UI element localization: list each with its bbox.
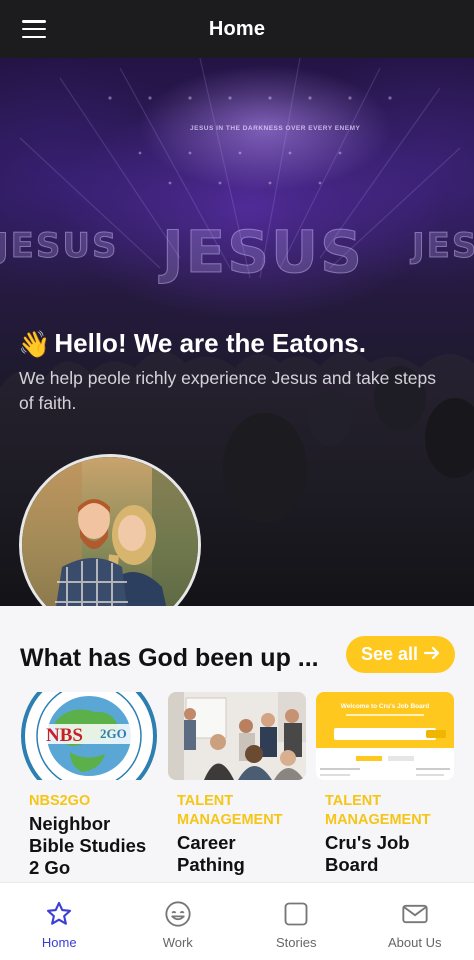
card-title: Neighbor Bible Studies 2 Go <box>29 813 147 878</box>
stage-banner-text: JESUS IN THE DARKNESS OVER EVERY ENEMY <box>190 125 361 132</box>
app-header: Home <box>0 0 474 58</box>
square-icon <box>281 899 311 929</box>
stage-lights-decoration <box>19 58 461 279</box>
hamburger-menu-icon[interactable] <box>18 17 50 41</box>
tab-stories[interactable]: Stories <box>237 883 356 960</box>
stage-word-right: JESUS <box>411 226 474 267</box>
card-category: TALENT MANAGEMENT <box>177 793 283 828</box>
page-title: Home <box>208 17 266 40</box>
job-board-screenshot: Welcome to Cru's Job Board <box>316 692 454 780</box>
nbs2go-logo-text: NBS <box>46 725 83 746</box>
star-icon <box>44 899 74 929</box>
tab-work-label: Work <box>162 935 193 950</box>
mail-icon <box>400 899 430 929</box>
card-title: Career Pathing <box>177 832 245 875</box>
hero-title: Hello! We are the Eatons. <box>54 328 366 358</box>
card-category: NBS2GO <box>29 793 91 809</box>
tab-home-label: Home <box>41 935 77 950</box>
tab-work[interactable]: Work <box>119 883 238 960</box>
see-all-label: See all <box>360 644 419 664</box>
job-board-banner-text: Welcome to Cru's Job Board <box>340 703 430 710</box>
tab-stories-label: Stories <box>276 935 317 950</box>
section-title: What has God been up ... <box>20 644 319 672</box>
card-category: TALENT MANAGEMENT <box>325 793 431 828</box>
nbs2go-logo-suffix: 2GO <box>100 726 127 741</box>
story-card-job-board[interactable]: Welcome to Cru's Job Board TALENT MANAGE… <box>316 692 454 876</box>
smile-icon <box>163 899 193 929</box>
stage-word-center: JESUS <box>162 218 364 287</box>
story-cards-carousel[interactable]: NBS 2GO NBS2GO Neighbor Bible Studies 2 … <box>20 692 474 892</box>
hero-subtitle: We help peole richly experience Jesus an… <box>19 368 437 413</box>
waving-hand-icon: 👋 <box>18 328 51 359</box>
tab-about-us[interactable]: About Us <box>356 883 474 960</box>
career-pathing-photo <box>168 692 306 780</box>
hero-greeting: 👋 Hello! We are the Eatons. <box>18 328 366 359</box>
arrow-right-icon <box>423 644 440 665</box>
tab-home[interactable]: Home <box>0 883 119 960</box>
tab-about-us-label: About Us <box>388 935 442 950</box>
story-card-career-pathing[interactable]: TALENT MANAGEMENT Career Pathing <box>168 692 306 876</box>
stage-word-left: JESUS <box>0 226 119 267</box>
hero-banner: JESUS IN THE DARKNESS OVER EVERY ENEMY J… <box>0 58 474 606</box>
bottom-tab-bar: Home Work Stories About Us <box>0 882 474 960</box>
nbs2go-logo-image: NBS 2GO <box>20 692 158 780</box>
see-all-button[interactable]: See all <box>346 636 455 673</box>
story-card-nbs2go[interactable]: NBS 2GO NBS2GO Neighbor Bible Studies 2 … <box>20 692 158 879</box>
card-title: Cru's Job Board <box>325 832 410 875</box>
updates-section: What has God been up ... See all NBS 2GO <box>0 606 474 882</box>
